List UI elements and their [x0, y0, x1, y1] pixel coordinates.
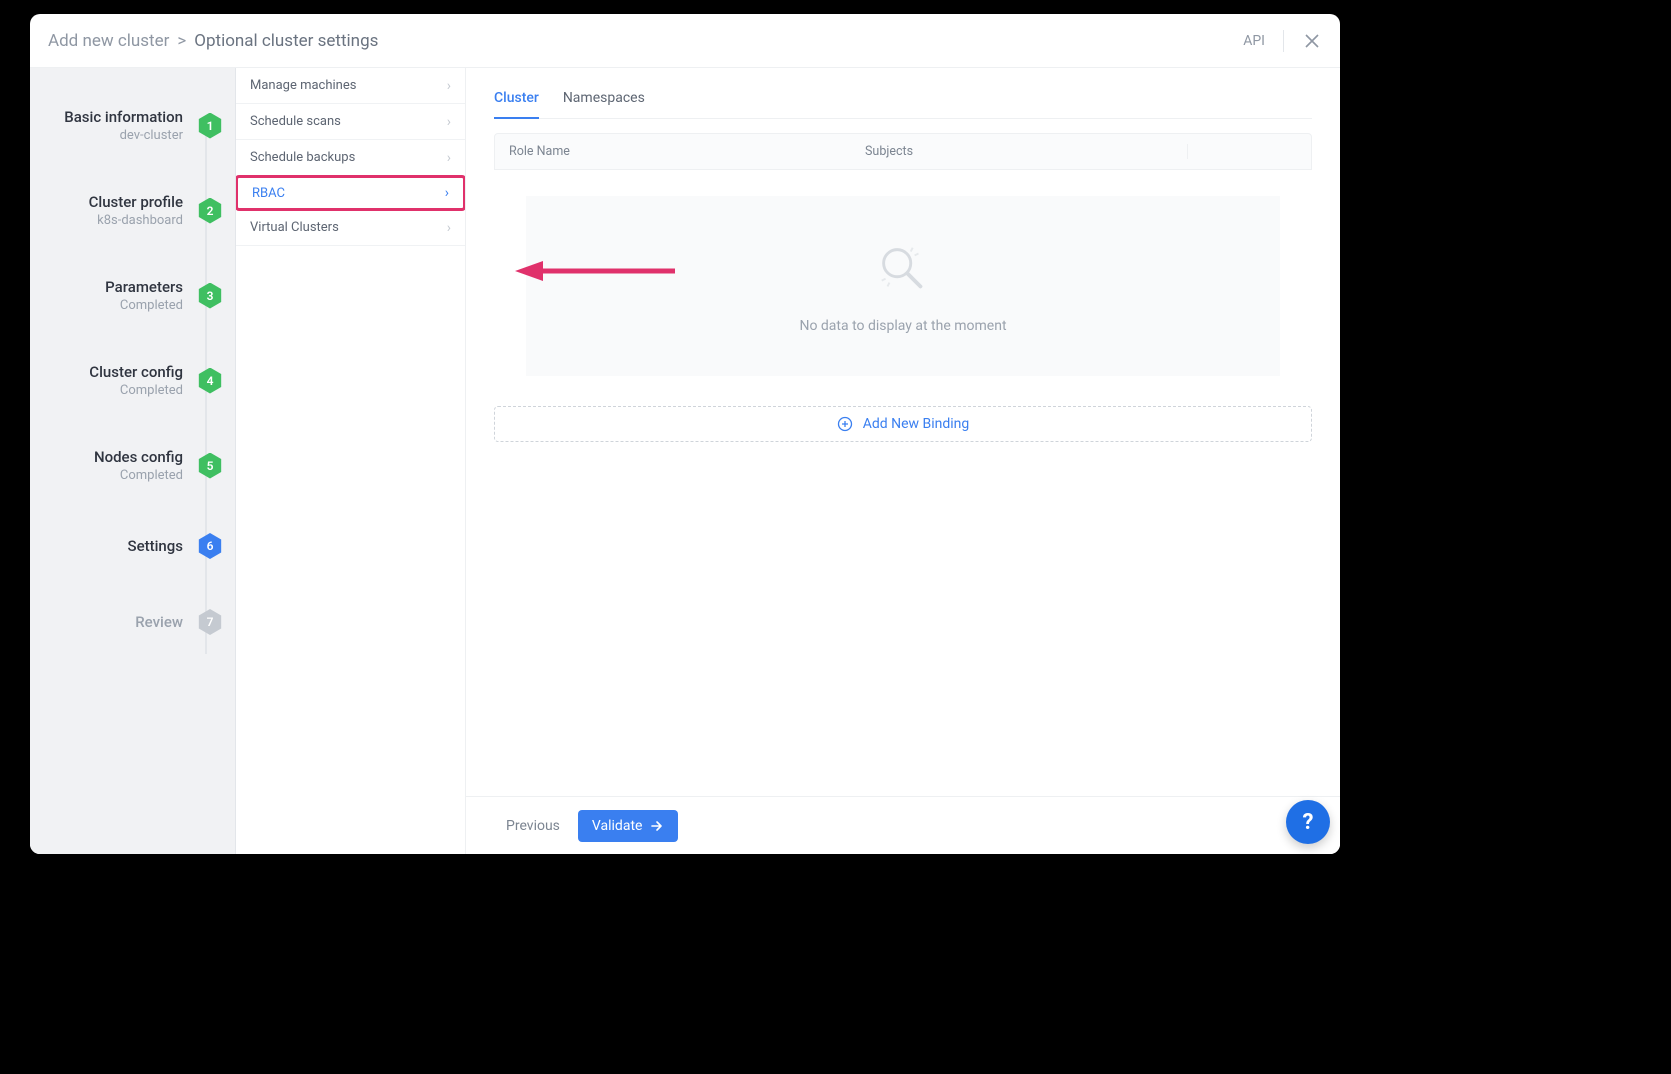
- step-badge: 2: [197, 198, 223, 224]
- step-title: Settings: [127, 537, 183, 555]
- chevron-right-icon: ›: [445, 185, 449, 201]
- step-review[interactable]: Review 7: [30, 609, 235, 635]
- step-badge: 1: [197, 113, 223, 139]
- previous-button[interactable]: Previous: [498, 818, 568, 834]
- validate-label: Validate: [592, 818, 643, 834]
- sidebar-item-schedule-scans[interactable]: Schedule scans ›: [236, 104, 465, 140]
- step-settings[interactable]: Settings 6: [30, 533, 235, 559]
- settings-categories-sidebar: Manage machines › Schedule scans › Sched…: [236, 68, 466, 854]
- step-badge: 5: [197, 453, 223, 479]
- step-badge: 3: [197, 283, 223, 309]
- step-subtitle: Completed: [105, 298, 183, 313]
- close-button[interactable]: [1302, 31, 1322, 51]
- table-header: Role Name Subjects: [494, 133, 1312, 170]
- empty-state: No data to display at the moment: [526, 196, 1280, 376]
- stepper-sidebar: Basic information dev-cluster 1 Cluster …: [30, 68, 236, 854]
- sidebar-item-rbac[interactable]: RBAC ›: [236, 175, 465, 211]
- step-subtitle: dev-cluster: [64, 128, 183, 143]
- step-title: Cluster profile: [89, 193, 183, 211]
- chevron-right-icon: ›: [447, 78, 451, 94]
- sidebar-item-label: RBAC: [252, 186, 285, 201]
- step-title: Review: [135, 613, 183, 631]
- breadcrumb-separator: >: [177, 31, 186, 51]
- step-nodes-config[interactable]: Nodes config Completed 5: [30, 448, 235, 483]
- step-cluster-config[interactable]: Cluster config Completed 4: [30, 363, 235, 398]
- breadcrumb-current: Optional cluster settings: [194, 31, 378, 51]
- help-icon: ?: [1303, 810, 1314, 835]
- step-basic-information[interactable]: Basic information dev-cluster 1: [30, 108, 235, 143]
- step-subtitle: Completed: [89, 383, 183, 398]
- step-title: Parameters: [105, 278, 183, 296]
- divider: [1283, 30, 1284, 52]
- tab-namespaces[interactable]: Namespaces: [563, 86, 645, 118]
- chevron-right-icon: ›: [447, 114, 451, 130]
- step-title: Basic information: [64, 108, 183, 126]
- column-subjects: Subjects: [865, 144, 1187, 159]
- chevron-right-icon: ›: [447, 220, 451, 236]
- sidebar-item-schedule-backups[interactable]: Schedule backups ›: [236, 140, 465, 176]
- sidebar-item-virtual-clusters[interactable]: Virtual Clusters ›: [236, 210, 465, 246]
- step-title: Nodes config: [94, 448, 183, 466]
- modal-header: Add new cluster > Optional cluster setti…: [30, 14, 1340, 68]
- validate-button[interactable]: Validate: [578, 810, 679, 842]
- modal-body: Basic information dev-cluster 1 Cluster …: [30, 68, 1340, 854]
- sidebar-item-label: Schedule backups: [250, 150, 355, 165]
- step-badge: 6: [197, 533, 223, 559]
- wizard-footer: Previous Validate: [466, 796, 1340, 854]
- add-binding-label: Add New Binding: [863, 416, 970, 432]
- column-actions: [1187, 144, 1297, 159]
- step-subtitle: Completed: [94, 468, 183, 483]
- step-subtitle: k8s-dashboard: [89, 213, 183, 228]
- sidebar-item-label: Schedule scans: [250, 114, 341, 129]
- step-title: Cluster config: [89, 363, 183, 381]
- main-content: Cluster Namespaces Role Name Subjects No…: [466, 68, 1340, 854]
- step-badge: 4: [197, 368, 223, 394]
- column-role-name: Role Name: [509, 144, 865, 159]
- step-cluster-profile[interactable]: Cluster profile k8s-dashboard 2: [30, 193, 235, 228]
- add-binding-button[interactable]: Add New Binding: [494, 406, 1312, 442]
- plus-circle-icon: [837, 416, 853, 432]
- step-badge: 7: [197, 609, 223, 635]
- sidebar-item-label: Manage machines: [250, 78, 356, 93]
- sidebar-item-manage-machines[interactable]: Manage machines ›: [236, 68, 465, 104]
- help-button[interactable]: ?: [1286, 800, 1330, 844]
- sidebar-item-label: Virtual Clusters: [250, 220, 339, 235]
- chevron-right-icon: ›: [447, 150, 451, 166]
- breadcrumb: Add new cluster > Optional cluster setti…: [48, 31, 378, 51]
- step-parameters[interactable]: Parameters Completed 3: [30, 278, 235, 313]
- empty-state-text: No data to display at the moment: [799, 318, 1006, 334]
- arrow-right-icon: [650, 819, 664, 833]
- tab-cluster[interactable]: Cluster: [494, 86, 539, 118]
- tabs: Cluster Namespaces: [494, 86, 1312, 119]
- modal-dialog: Add new cluster > Optional cluster setti…: [30, 14, 1340, 854]
- breadcrumb-root[interactable]: Add new cluster: [48, 31, 169, 51]
- api-link[interactable]: API: [1243, 33, 1265, 49]
- close-icon: [1302, 31, 1322, 51]
- search-empty-icon: [872, 238, 934, 300]
